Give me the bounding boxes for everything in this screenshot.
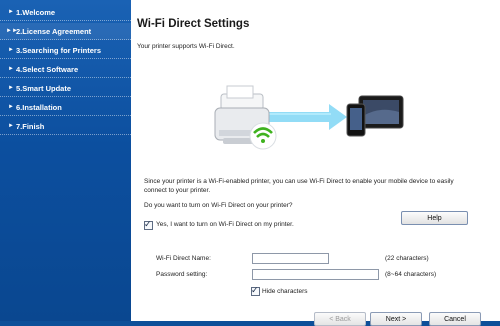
bullet-arrow-icon: ► — [8, 66, 14, 72]
phone-icon — [346, 103, 366, 137]
wifi-direct-name-label: Wi-Fi Direct Name: — [156, 255, 211, 262]
wizard-content-panel: Wi-Fi Direct Settings Your printer suppo… — [131, 0, 500, 326]
bullet-arrow-icon: ► — [8, 104, 14, 110]
wifi-direct-name-input[interactable] — [252, 253, 329, 264]
sidebar-item-license-agreement[interactable]: ►► 2.License Agreement — [0, 23, 131, 40]
sidebar-item-label: 2.License Agreement — [16, 27, 92, 36]
connection-arrow-icon — [264, 104, 347, 130]
sidebar-item-installation[interactable]: ► 6.Installation — [0, 99, 131, 116]
sidebar-item-label: 4.Select Software — [16, 65, 79, 74]
sidebar-item-label: 3.Searching for Printers — [16, 46, 102, 55]
question-text: Do you want to turn on Wi-Fi Direct on y… — [144, 202, 293, 209]
next-button[interactable]: Next > — [370, 312, 422, 326]
hide-characters-checkbox[interactable]: ✓ — [251, 285, 260, 296]
back-button[interactable]: < Back — [314, 312, 366, 326]
enable-wifi-direct-checkbox[interactable]: ✓ — [144, 219, 153, 230]
checkmark-icon: ✓ — [144, 219, 152, 229]
bullet-arrow-icon: ► — [8, 9, 14, 15]
sidebar-item-label: 6.Installation — [16, 103, 62, 112]
cancel-button[interactable]: Cancel — [429, 312, 481, 326]
sidebar-item-welcome[interactable]: ► 1.Welcome — [0, 4, 131, 21]
page-subtitle: Your printer supports Wi-Fi Direct. — [137, 43, 235, 50]
password-setting-label: Password setting: — [156, 271, 208, 278]
tablet-icon — [358, 95, 404, 129]
sidebar-item-finish[interactable]: ► 7.Finish — [0, 118, 131, 135]
page-title: Wi-Fi Direct Settings — [137, 18, 250, 30]
wifi-icon — [249, 122, 277, 150]
sidebar-item-select-software[interactable]: ► 4.Select Software — [0, 61, 131, 78]
wifi-direct-name-hint: (22 characters) — [385, 255, 429, 262]
sidebar-item-smart-update[interactable]: ► 5.Smart Update — [0, 80, 131, 97]
description-text: Since your printer is a Wi-Fi-enabled pr… — [144, 178, 454, 194]
sidebar-item-label: 7.Finish — [16, 122, 45, 131]
password-setting-input[interactable] — [252, 269, 379, 280]
bullet-arrow-icon: ► — [8, 123, 14, 129]
bullet-arrow-icon: ► — [8, 47, 14, 53]
bullet-arrow-icon: ► — [8, 85, 14, 91]
enable-wifi-direct-label: Yes, I want to turn on Wi-Fi Direct on m… — [156, 221, 294, 228]
password-setting-hint: (8~64 characters) — [385, 271, 437, 278]
sidebar-item-label: 5.Smart Update — [16, 84, 72, 93]
wizard-sidebar: ► 1.Welcome ►► 2.License Agreement ► 3.S… — [0, 0, 131, 321]
checkmark-icon: ✓ — [251, 285, 259, 295]
sidebar-item-searching-printers[interactable]: ► 3.Searching for Printers — [0, 42, 131, 59]
help-button[interactable]: Help — [401, 211, 468, 225]
hide-characters-label: Hide characters — [262, 288, 308, 295]
wifi-direct-illustration — [214, 85, 404, 150]
sidebar-item-label: 1.Welcome — [16, 8, 56, 17]
